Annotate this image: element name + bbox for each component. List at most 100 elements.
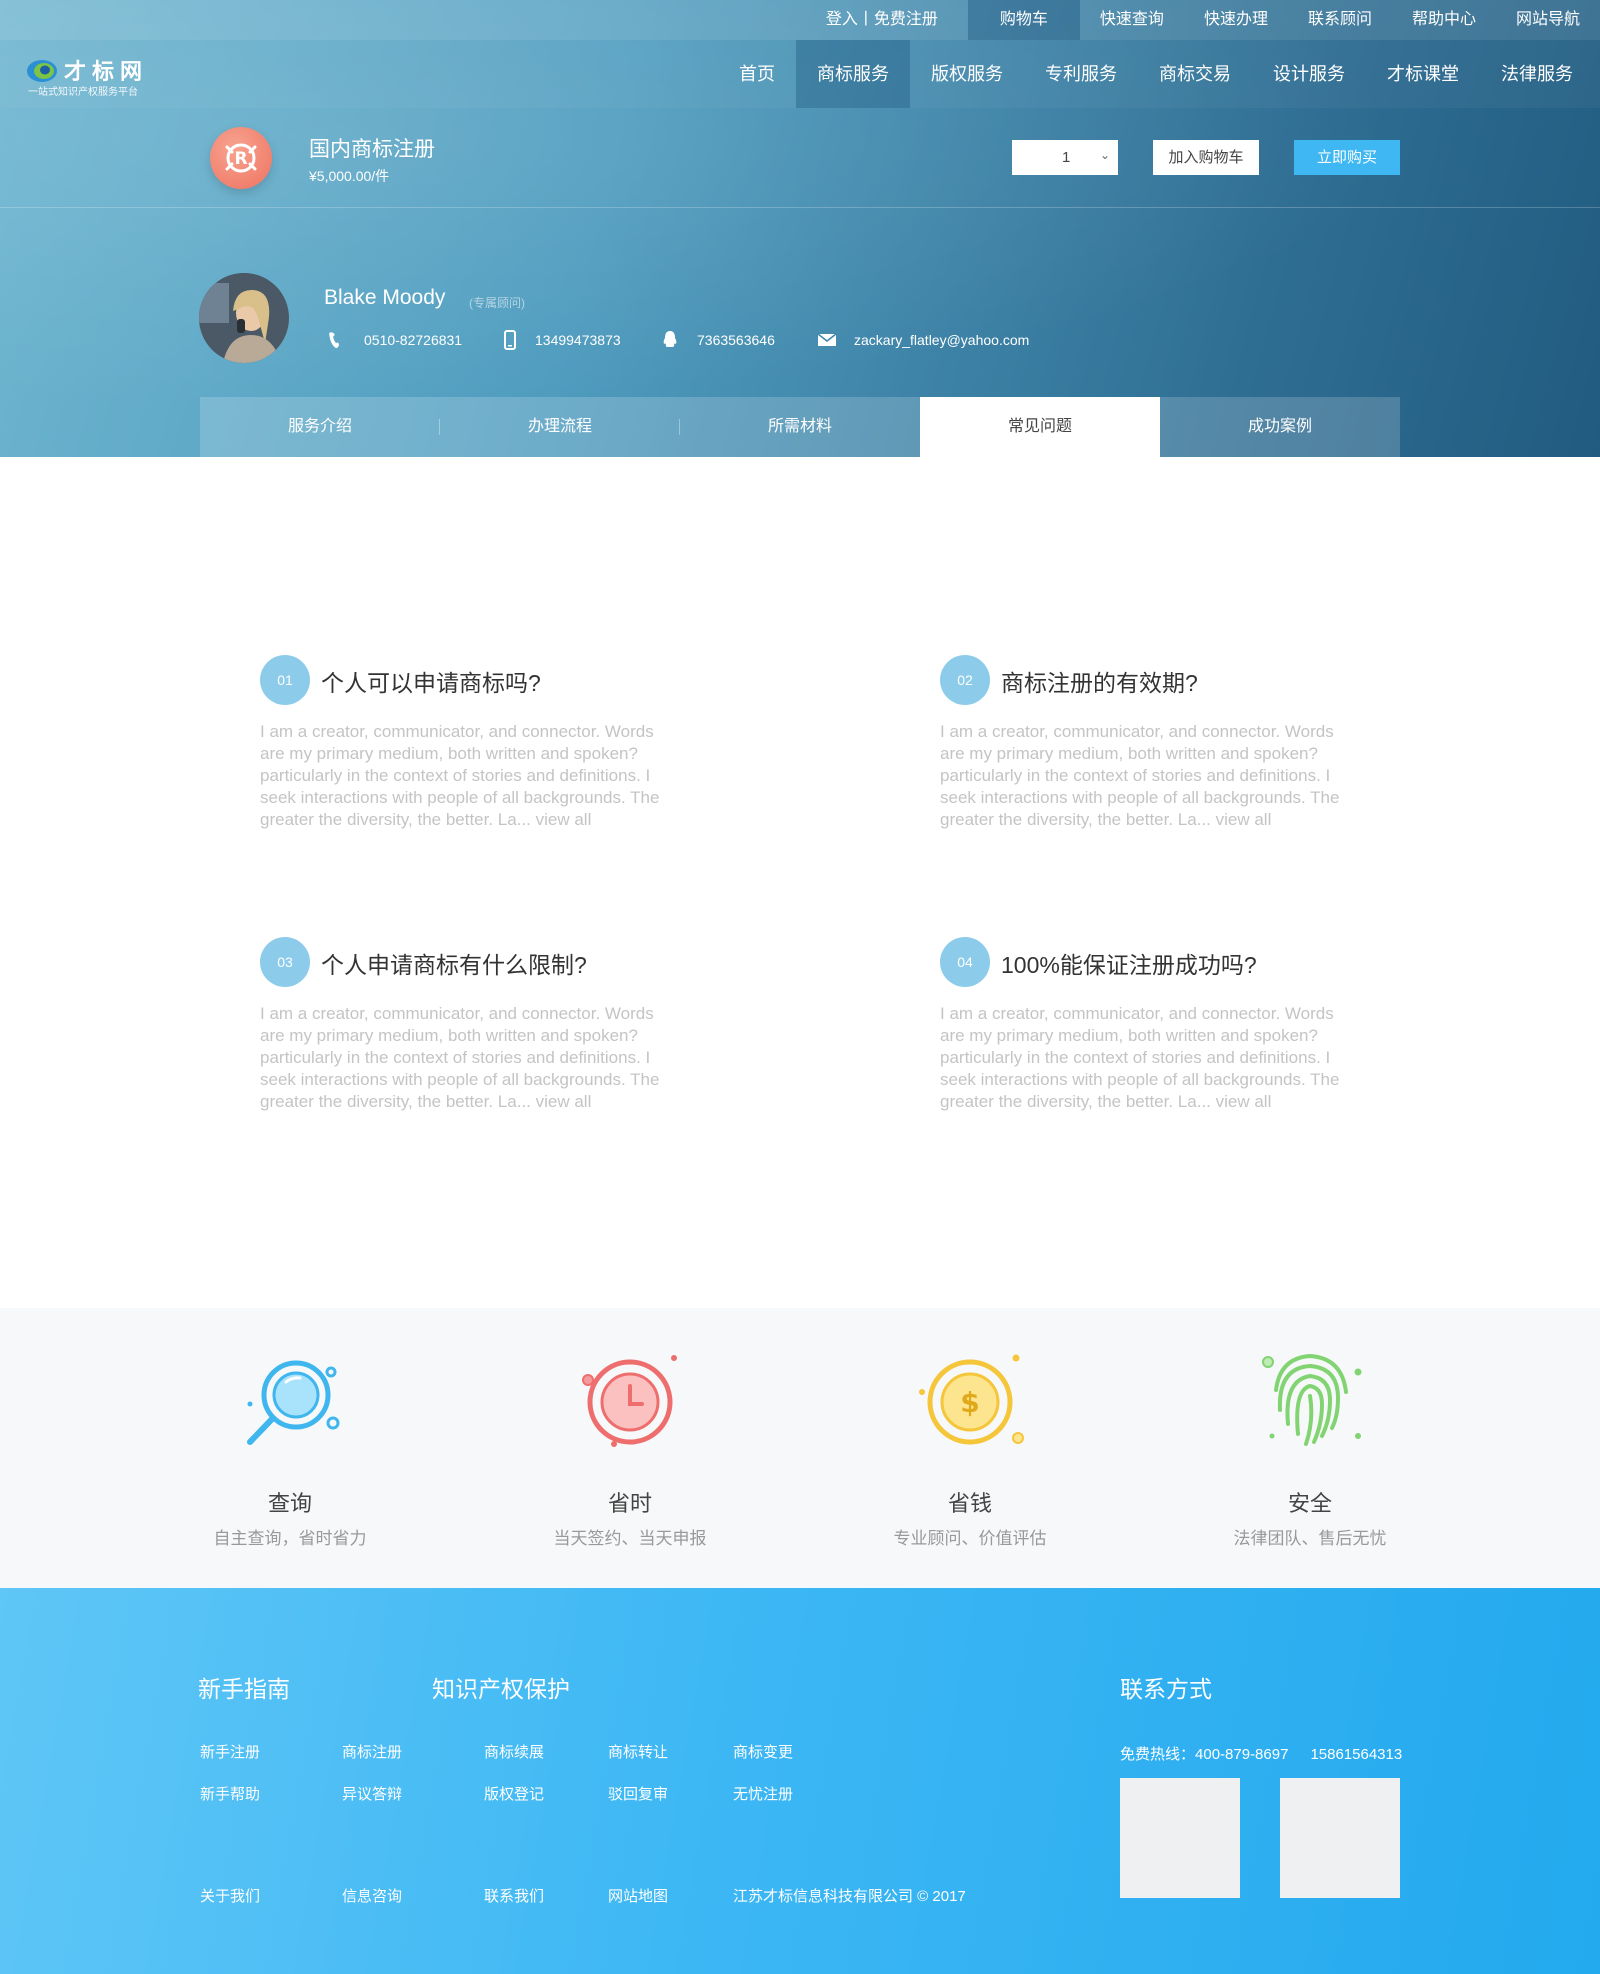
site-nav-link[interactable]: 网站导航 — [1496, 0, 1600, 40]
nav-item-patent[interactable]: 专利服务 — [1024, 40, 1138, 108]
faq-answer[interactable]: I am a creator, communicator, and connec… — [260, 1003, 670, 1113]
footer-link[interactable]: 商标转让 — [608, 1741, 668, 1762]
hotline-number: 400-879-8697 — [1195, 1746, 1289, 1763]
feature-desc: 法律团队、售后无忧 — [1233, 1529, 1387, 1548]
contact-advisor-link[interactable]: 联系顾问 — [1288, 0, 1392, 40]
main-nav: 才标网 一站式知识产权服务平台 首页 商标服务 版权服务 专利服务 商标交易 设… — [0, 40, 1600, 108]
consultant-qq: 7363563646 — [697, 332, 775, 348]
footer-link[interactable]: 新手帮助 — [200, 1783, 260, 1804]
mail-icon — [817, 333, 837, 346]
chevron-down-icon: ⌄ — [1100, 148, 1111, 162]
add-to-cart-button[interactable]: 加入购物车 — [1153, 140, 1259, 175]
consultant-card: Blake Moody (专属顾问) 0510-82726831 1349947… — [0, 208, 1600, 398]
faq-question[interactable]: 商标注册的有效期? — [1001, 664, 1198, 698]
feature-title: 查询 — [267, 1491, 312, 1516]
faq-answer[interactable]: I am a creator, communicator, and connec… — [260, 721, 670, 831]
footer-link[interactable]: 商标注册 — [342, 1741, 402, 1762]
quick-handle-link[interactable]: 快速办理 — [1184, 0, 1288, 40]
nav-item-copyright[interactable]: 版权服务 — [910, 40, 1024, 108]
faq-answer[interactable]: I am a creator, communicator, and connec… — [940, 721, 1350, 831]
feature-safe: 安全 法律团队、售后无忧 — [1200, 1308, 1420, 1588]
footer-link[interactable]: 商标续展 — [484, 1741, 544, 1762]
footer-link[interactable]: 版权登记 — [484, 1783, 544, 1804]
registered-trademark-icon: R — [210, 127, 272, 189]
footer-link[interactable]: 无忧注册 — [733, 1783, 793, 1804]
nav-item-trade[interactable]: 商标交易 — [1138, 40, 1252, 108]
avatar — [199, 273, 289, 363]
service-tabs: 服务介绍 办理流程 所需材料 常见问题 成功案例 — [200, 397, 1400, 457]
faq-question[interactable]: 个人可以申请商标吗? — [321, 664, 541, 698]
feature-desc: 当天签约、当天申报 — [553, 1529, 707, 1548]
feature-time: 省时 当天签约、当天申报 — [520, 1308, 740, 1588]
hotline-label: 免费热线： — [1120, 1746, 1196, 1763]
cart-link[interactable]: 购物车 — [967, 0, 1080, 40]
phone-icon — [329, 332, 339, 349]
footer-link[interactable]: 信息咨询 — [342, 1885, 402, 1906]
faq-section: 01 个人可以申请商标吗? I am a creator, communicat… — [0, 457, 1600, 1308]
faq-question[interactable]: 100%能保证注册成功吗? — [1001, 946, 1257, 980]
footer-contact-title: 联系方式 — [1120, 1676, 1212, 1702]
footer-link[interactable]: 网站地图 — [608, 1885, 668, 1906]
feature-title: 安全 — [1287, 1491, 1332, 1516]
faq-answer[interactable]: I am a creator, communicator, and connec… — [940, 1003, 1350, 1113]
hotline-number-2: 15861564313 — [1310, 1746, 1403, 1763]
quantity-value: 1 — [1062, 149, 1071, 166]
tab-label: 所需材料 — [767, 418, 832, 435]
help-center-link[interactable]: 帮助中心 — [1392, 0, 1496, 40]
copyright: 江苏才标信息科技有限公司 © 2017 — [733, 1888, 966, 1905]
faq-number-badge: 04 — [940, 937, 990, 987]
top-links: 登入丨免费注册 购物车 快速查询 快速办理 联系顾问 帮助中心 网站导航 — [806, 0, 1600, 40]
fingerprint-icon — [1262, 1353, 1362, 1446]
product-price: ¥5,000.00/件 — [309, 168, 390, 184]
tab-faq[interactable]: 常见问题 — [920, 397, 1160, 457]
nav-item-classroom[interactable]: 才标课堂 — [1366, 40, 1480, 108]
clock-icon — [582, 1355, 677, 1447]
consultant-mobile: 13499473873 — [535, 332, 621, 348]
consultant-name: Blake Moody — [324, 286, 446, 309]
feature-search: 查询 自主查询，省时省力 — [180, 1308, 400, 1588]
footer: 新手指南 知识产权保护 联系方式 新手注册 商标注册 商标续展 商标转让 商标变… — [0, 1588, 1600, 1974]
nav-item-trademark[interactable]: 商标服务 — [796, 40, 910, 108]
svg-text:$: $ — [960, 1386, 979, 1419]
nav-item-legal[interactable]: 法律服务 — [1480, 40, 1594, 108]
footer-link[interactable]: 异议答辩 — [342, 1783, 402, 1804]
qr-code — [1280, 1778, 1400, 1898]
top-bar: 登入丨免费注册 购物车 快速查询 快速办理 联系顾问 帮助中心 网站导航 — [0, 0, 1600, 40]
quantity-select[interactable]: 1 ⌄ — [1012, 140, 1118, 175]
product-bar: R 国内商标注册 ¥5,000.00/件 1 ⌄ 加入购物车 立即购买 — [0, 108, 1600, 207]
consultant-role: (专属顾问) — [469, 296, 525, 310]
footer-link[interactable]: 商标变更 — [733, 1741, 793, 1762]
feature-desc: 自主查询，省时省力 — [213, 1529, 367, 1548]
tab-success-cases[interactable]: 成功案例 — [1160, 397, 1400, 457]
login-register-link[interactable]: 登入丨免费注册 — [806, 0, 958, 40]
buy-now-button[interactable]: 立即购买 — [1294, 140, 1400, 175]
nav-item-design[interactable]: 设计服务 — [1252, 40, 1366, 108]
features-section: 查询 自主查询，省时省力 省时 当天签约、当天申报 $ 省钱 专业顾问、价值评估 — [0, 1308, 1600, 1588]
tab-label: 成功案例 — [1247, 418, 1312, 435]
tab-service-intro[interactable]: 服务介绍 — [200, 397, 440, 457]
footer-link[interactable]: 新手注册 — [200, 1741, 260, 1762]
feature-title: 省钱 — [947, 1491, 992, 1516]
footer-ip-title: 知识产权保护 — [432, 1676, 570, 1702]
feature-money: $ 省钱 专业顾问、价值评估 — [860, 1308, 1080, 1588]
feature-desc: 专业顾问、价值评估 — [893, 1529, 1047, 1548]
footer-link[interactable]: 驳回复审 — [608, 1783, 668, 1804]
footer-link[interactable]: 关于我们 — [200, 1885, 260, 1906]
faq-number-badge: 02 — [940, 655, 990, 705]
feature-title: 省时 — [607, 1491, 652, 1516]
nav-links: 首页 商标服务 版权服务 专利服务 商标交易 设计服务 才标课堂 法律服务 — [718, 40, 1594, 108]
tab-materials[interactable]: 所需材料 — [680, 397, 920, 457]
product-title: 国内商标注册 — [309, 138, 435, 161]
nav-item-home[interactable]: 首页 — [718, 40, 796, 108]
quick-search-link[interactable]: 快速查询 — [1080, 0, 1184, 40]
svg-text:R: R — [234, 149, 247, 169]
tab-process[interactable]: 办理流程 — [440, 397, 680, 457]
faq-question[interactable]: 个人申请商标有什么限制? — [321, 946, 587, 980]
tab-label: 服务介绍 — [287, 418, 352, 435]
consultant-email: zackary_flatley@yahoo.com — [854, 332, 1030, 348]
logo[interactable]: 才标网 一站式知识产权服务平台 — [26, 52, 166, 98]
tab-label: 常见问题 — [1007, 418, 1072, 435]
faq-number-badge: 01 — [260, 655, 310, 705]
consultant-phone: 0510-82726831 — [364, 332, 463, 348]
footer-link[interactable]: 联系我们 — [484, 1885, 544, 1906]
